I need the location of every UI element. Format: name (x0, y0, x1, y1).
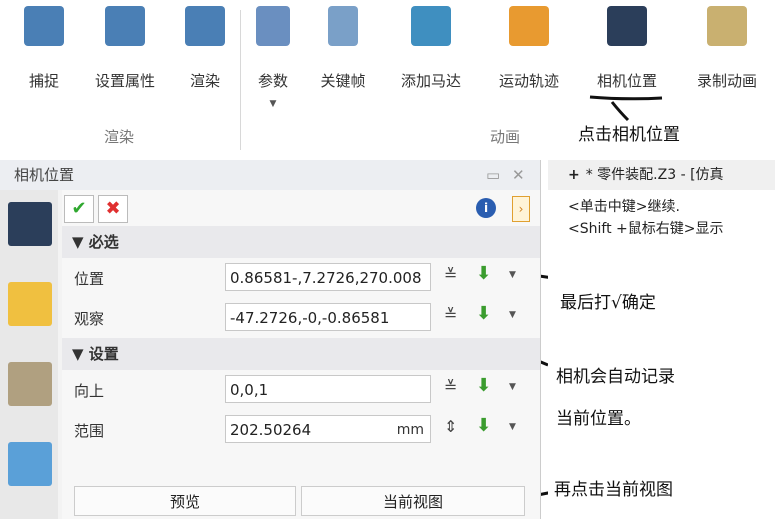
panel-content: ✔ ✖ i › ▼ 必选 位置 7.2726,270.008,-0.86581 … (62, 190, 540, 519)
expand-panel-icon[interactable]: › (512, 196, 530, 222)
look-at-row: 观察 -47.2726,-0,-0.86581 ≚ ⬇ ▼ (62, 298, 540, 338)
hint-shift-right-click: <Shift +鼠标右键>显示 (568, 221, 724, 237)
spinner-icon[interactable]: ⇕ (444, 417, 457, 436)
double-chevron-icon[interactable]: ≚ (444, 265, 457, 284)
panel-title-bar: 相机位置 ▭ ✕ (0, 160, 540, 190)
vertical-tab-strip (0, 190, 58, 519)
position-label: 位置 (74, 270, 105, 288)
chevron-down-icon[interactable]: ▼ (509, 422, 516, 432)
document-tab[interactable]: + * 零件装配.Z3 - [仿真 (548, 160, 775, 190)
chevron-down-icon[interactable]: ▼ (509, 270, 516, 280)
required-section-label: 必选 (88, 233, 119, 251)
pick-point-icon[interactable]: ⬇ (476, 375, 491, 396)
tab-cube-icon[interactable] (8, 282, 52, 326)
range-row: 范围 202.50264 mm ⇕ ⬇ ▼ (62, 410, 540, 450)
range-value: 202.50264 (230, 421, 312, 439)
pick-point-icon[interactable]: ⬇ (476, 263, 491, 284)
up-label: 向上 (74, 382, 105, 400)
document-area: + * 零件装配.Z3 - [仿真 <单击中键>继续. <Shift +鼠标右键>… (548, 160, 775, 519)
up-row: 向上 0,0,1 ≚ ⬇ ▼ (62, 370, 540, 410)
tab-film-icon[interactable] (8, 362, 52, 406)
annotation-click-camera-position: 点击相机位置 (578, 125, 680, 145)
confirm-button[interactable]: ✔ (64, 195, 94, 223)
double-chevron-icon[interactable]: ≚ (444, 305, 457, 324)
preview-button[interactable]: 预览 (74, 486, 296, 516)
camera-position-panel: 相机位置 ▭ ✕ ✔ ✖ i › ▼ 必选 位置 7.2726,270.008,… (0, 160, 541, 519)
pick-point-icon[interactable]: ⬇ (476, 303, 491, 324)
double-chevron-icon[interactable]: ≚ (444, 377, 457, 396)
look-at-label: 观察 (74, 310, 105, 328)
panel-toolbar: ✔ ✖ i › (62, 190, 540, 226)
settings-section-label: 设置 (88, 345, 119, 363)
document-tab-title: * 零件装配.Z3 - [仿真 (585, 167, 724, 183)
range-field[interactable]: 202.50264 mm (225, 415, 431, 443)
range-label: 范围 (74, 422, 105, 440)
hint-middle-click: <单击中键>继续. (568, 199, 680, 215)
current-view-button[interactable]: 当前视图 (301, 486, 525, 516)
up-field[interactable]: 0,0,1 (225, 375, 431, 403)
underline-stroke (589, 95, 663, 101)
range-unit: mm (396, 422, 424, 438)
pick-point-icon[interactable]: ⬇ (476, 415, 491, 436)
panel-title: 相机位置 (14, 166, 75, 184)
annotation-finally-confirm: 最后打√确定 (560, 293, 656, 313)
annotation-auto-record-line2: 当前位置。 (556, 409, 641, 429)
position-row: 位置 7.2726,270.008,-0.86581 ≚ ⬇ ▼ (62, 258, 540, 298)
pointer-stroke (610, 101, 630, 122)
chevron-down-icon[interactable]: ▼ (509, 382, 516, 392)
tab-camera-icon[interactable] (8, 202, 52, 246)
minimize-icon[interactable]: ▭ (486, 160, 500, 190)
position-field[interactable]: 7.2726,270.008,-0.86581 (225, 263, 431, 291)
annotation-auto-record-line1: 相机会自动记录 (556, 367, 675, 387)
settings-section-header[interactable]: ▼ 设置 (62, 338, 540, 370)
required-section-header[interactable]: ▼ 必选 (62, 226, 540, 258)
look-at-field[interactable]: -47.2726,-0,-0.86581 (225, 303, 431, 331)
annotation-click-current-view: 再点击当前视图 (554, 480, 673, 500)
close-icon[interactable]: ✕ (512, 160, 525, 190)
info-icon[interactable]: i (476, 198, 496, 218)
tab-view-icon[interactable] (8, 442, 52, 486)
cancel-button[interactable]: ✖ (98, 195, 128, 223)
chevron-down-icon[interactable]: ▼ (509, 310, 516, 320)
hint-area: <单击中键>继续. <Shift +鼠标右键>显示 (548, 190, 775, 240)
add-icon[interactable]: + (568, 167, 580, 183)
